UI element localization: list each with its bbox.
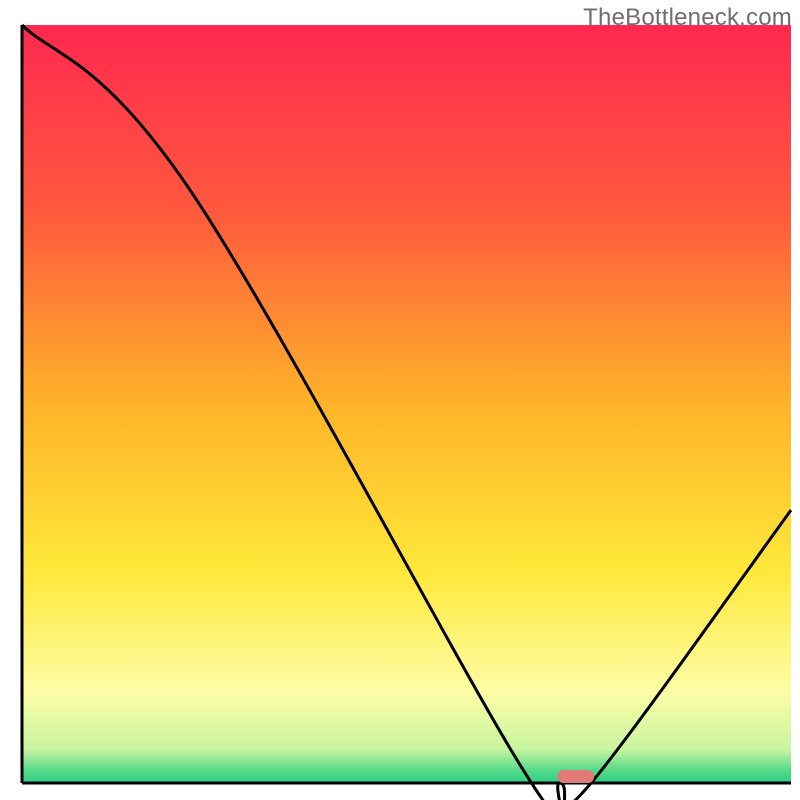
bottleneck-chart bbox=[0, 0, 800, 800]
optimum-marker bbox=[557, 770, 594, 783]
chart-container: TheBottleneck.com bbox=[0, 0, 800, 800]
